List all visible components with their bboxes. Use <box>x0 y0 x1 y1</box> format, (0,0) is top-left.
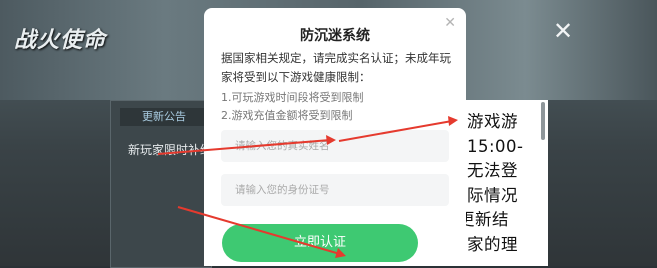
arrow-head <box>326 135 336 145</box>
arrow-to-verify-button <box>177 206 341 255</box>
arrow-to-name-input <box>157 139 331 155</box>
arrow-head <box>448 116 458 126</box>
arrow-head <box>335 248 346 258</box>
red-arrows-overlay <box>157 116 458 258</box>
arrow-to-right-panel <box>338 120 453 142</box>
